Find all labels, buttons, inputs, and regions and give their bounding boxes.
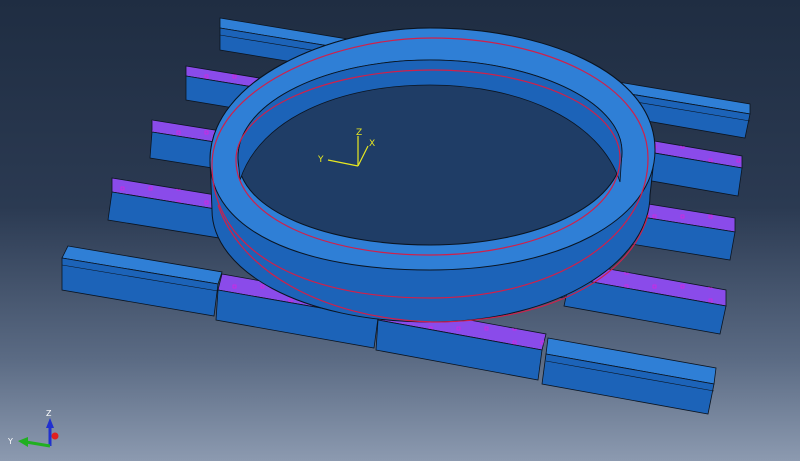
axis-triad-icon: Z Y bbox=[7, 409, 59, 448]
block-r5-c4[interactable] bbox=[541, 337, 717, 415]
csys-z-label: Z bbox=[356, 128, 362, 138]
csys-x-label: X bbox=[369, 139, 375, 149]
triad-z-label: Z bbox=[46, 409, 52, 418]
viewport[interactable]: Z X Y Z Y bbox=[0, 0, 800, 461]
ring-part[interactable] bbox=[209, 27, 656, 323]
csys-y-label: Y bbox=[317, 155, 324, 165]
block-r5-c1[interactable] bbox=[61, 245, 223, 317]
model-scene[interactable]: Z X Y Z Y bbox=[0, 0, 800, 461]
triad-y-label: Y bbox=[7, 437, 13, 446]
